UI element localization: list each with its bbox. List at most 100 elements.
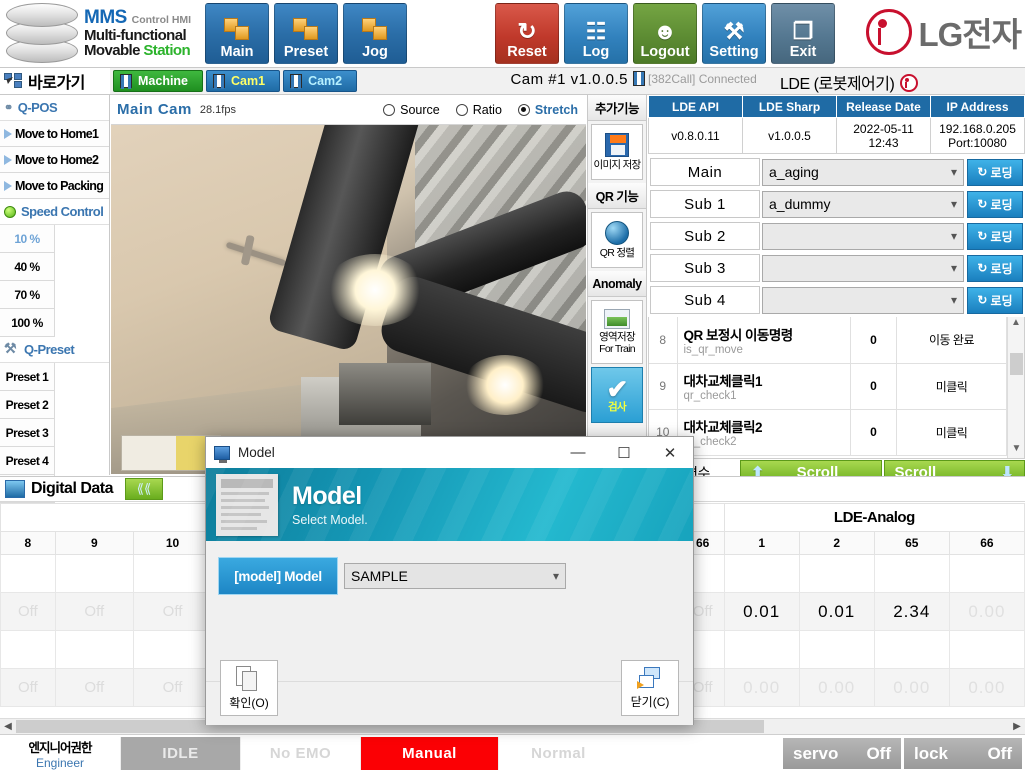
- boxes-icon: [223, 18, 251, 42]
- lde-selector-main: Main a_aging ▾ ↻ 로딩: [650, 157, 1023, 187]
- speed-button-70[interactable]: 70 %: [0, 281, 55, 309]
- sidebar-group-preset: Q-Preset: [0, 337, 109, 363]
- film-icon: [213, 74, 226, 89]
- status-chip-normal: Normal: [498, 737, 618, 770]
- variable-vertical-scrollbar[interactable]: ▲ ▼: [1007, 317, 1024, 458]
- maximize-button[interactable]: ☐: [601, 438, 647, 468]
- brand-abbr: MMS: [84, 6, 127, 28]
- row-index: 8: [649, 317, 678, 364]
- tools-icon: ⚒: [723, 18, 745, 44]
- table-row[interactable]: 9 대차교체클릭1 qr_check1 0 미클릭: [649, 363, 1007, 410]
- model-dialog: Model — ☐ ✕ Model Select Model. [model] …: [205, 436, 694, 725]
- lde-ip-address: 192.168.0.205 Port:10080: [930, 117, 1025, 154]
- digital-data-title: Digital Data: [31, 480, 114, 497]
- digital-col-8: 8: [0, 531, 56, 555]
- status-chip-emo: No EMO: [240, 737, 360, 770]
- load-button-sub1[interactable]: ↻ 로딩: [967, 190, 1023, 218]
- analog-cell: 0.01: [723, 592, 800, 631]
- camera-panel: Main Cam 28.1fps Source Ratio Stretch: [111, 95, 586, 475]
- load-button-sub2[interactable]: ↻ 로딩: [967, 222, 1023, 250]
- model-select-sub3[interactable]: ▾: [762, 254, 964, 282]
- qr-align-button[interactable]: QR 정렬: [591, 212, 643, 268]
- inspect-button[interactable]: ✔ 검사: [591, 367, 643, 423]
- collapse-button[interactable]: ⟪⟪: [125, 478, 164, 500]
- model-field-label: [model] Model: [218, 557, 338, 595]
- sidebar-item-move-home2[interactable]: Move to Home2: [0, 147, 109, 173]
- preset-button-4[interactable]: Preset 4: [0, 447, 55, 475]
- load-button-sub4[interactable]: ↻ 로딩: [967, 286, 1023, 314]
- radio-source[interactable]: Source: [383, 103, 440, 117]
- speed-button-100[interactable]: 100 %: [0, 309, 55, 337]
- model-select-sub4[interactable]: ▾: [762, 286, 964, 314]
- region-save-for-train-button[interactable]: 영역저장 For Train: [591, 300, 643, 364]
- scroll-down-arrow-icon[interactable]: ▼: [1008, 443, 1024, 458]
- servo-toggle[interactable]: servo Off: [783, 738, 901, 769]
- tab-cam2[interactable]: Cam2: [283, 70, 358, 92]
- model-select-sub2[interactable]: ▾: [762, 222, 964, 250]
- selector-label: Sub 1: [650, 190, 760, 218]
- setting-button[interactable]: ⚒ Setting: [702, 3, 766, 64]
- sidebar-item-move-packing[interactable]: Move to Packing: [0, 173, 109, 199]
- nav-button-preset[interactable]: Preset: [274, 3, 338, 64]
- row-value: 0: [850, 363, 897, 410]
- film-icon: [633, 71, 645, 86]
- refresh-icon: ↻: [977, 197, 988, 211]
- lock-toggle[interactable]: lock Off: [904, 738, 1022, 769]
- log-button[interactable]: ☷ Log: [564, 3, 628, 64]
- section-extra-functions: 추가기능: [588, 95, 646, 121]
- save-image-button[interactable]: 이미지 저장: [591, 124, 643, 180]
- exit-button[interactable]: ❐ Exit: [771, 3, 835, 64]
- radio-dot: [455, 103, 468, 116]
- scroll-up-arrow-icon[interactable]: ▲: [1008, 317, 1024, 333]
- model-select-sub1[interactable]: a_dummy ▾: [762, 190, 964, 218]
- section-lde-analog: LDE-Analog: [723, 503, 1025, 532]
- dialog-body: [model] Model SAMPLE ▾: [206, 541, 693, 681]
- digital-cell: Off: [0, 592, 56, 631]
- load-button-main[interactable]: ↻ 로딩: [967, 158, 1023, 186]
- tab-machine[interactable]: Machine: [113, 70, 204, 92]
- nav-button-jog[interactable]: Jog: [343, 3, 407, 64]
- sidebar-item-move-home1[interactable]: Move to Home1: [0, 121, 109, 147]
- play-triangle-icon: [4, 180, 12, 191]
- extra-function-column: 추가기능 이미지 저장 QR 기능 QR 정렬 Anomaly 영역저장 For…: [587, 95, 647, 475]
- radio-stretch[interactable]: Stretch: [517, 103, 578, 117]
- reset-button[interactable]: ↻ Reset: [495, 3, 559, 64]
- row-value: 0: [850, 409, 897, 456]
- scrollbar-thumb[interactable]: [1010, 353, 1023, 375]
- row-status: 미클릭: [896, 409, 1007, 456]
- refresh-icon: ↻: [517, 18, 537, 44]
- model-select[interactable]: SAMPLE ▾: [344, 563, 566, 589]
- speed-button-40[interactable]: 40 %: [0, 253, 55, 281]
- tab-cam1[interactable]: Cam1: [206, 70, 281, 92]
- close-button[interactable]: ✕: [647, 438, 693, 468]
- analog-col-66: 66: [948, 531, 1025, 555]
- preset-button-1[interactable]: Preset 1: [0, 363, 55, 391]
- nav-button-main[interactable]: Main: [205, 3, 269, 64]
- speed-button-10[interactable]: 10 %: [0, 225, 55, 253]
- load-button-sub3[interactable]: ↻ 로딩: [967, 254, 1023, 282]
- digital-data-icon: [5, 480, 25, 498]
- table-row[interactable]: 8 QR 보정시 이동명령 is_qr_move 0 이동 완료: [649, 317, 1007, 364]
- preset-button-2[interactable]: Preset 2: [0, 391, 55, 419]
- scroll-right-arrow-icon[interactable]: ▶: [1009, 721, 1025, 732]
- model-select-main[interactable]: a_aging ▾: [762, 158, 964, 186]
- digital-col-9: 9: [54, 531, 134, 555]
- dialog-titlebar[interactable]: Model — ☐ ✕: [206, 437, 693, 468]
- confirm-button[interactable]: 확인(O): [220, 660, 278, 716]
- dialog-close-button[interactable]: 닫기(C): [621, 660, 679, 716]
- analog-cell: 0.00: [723, 668, 800, 707]
- logout-button[interactable]: ☻ Logout: [633, 3, 697, 64]
- lde-col-api: LDE API: [648, 95, 743, 118]
- brand-line1: Multi-functional: [84, 26, 187, 44]
- reset-label: Reset: [507, 44, 547, 60]
- camera-toolbar: Main Cam 28.1fps Source Ratio Stretch: [111, 95, 586, 125]
- table-row[interactable]: 10 대차교체클릭2 qr_check2 0 미클릭: [649, 409, 1007, 456]
- preset-button-3[interactable]: Preset 3: [0, 419, 55, 447]
- minimize-button[interactable]: —: [555, 438, 601, 468]
- radio-ratio[interactable]: Ratio: [455, 103, 502, 117]
- exit-label: Exit: [789, 44, 817, 60]
- scroll-left-arrow-icon[interactable]: ◀: [0, 721, 16, 732]
- lg-wordmark: LG전자: [918, 16, 1022, 53]
- camera-live-view[interactable]: [111, 125, 586, 474]
- database-stack-icon: [2, 2, 82, 65]
